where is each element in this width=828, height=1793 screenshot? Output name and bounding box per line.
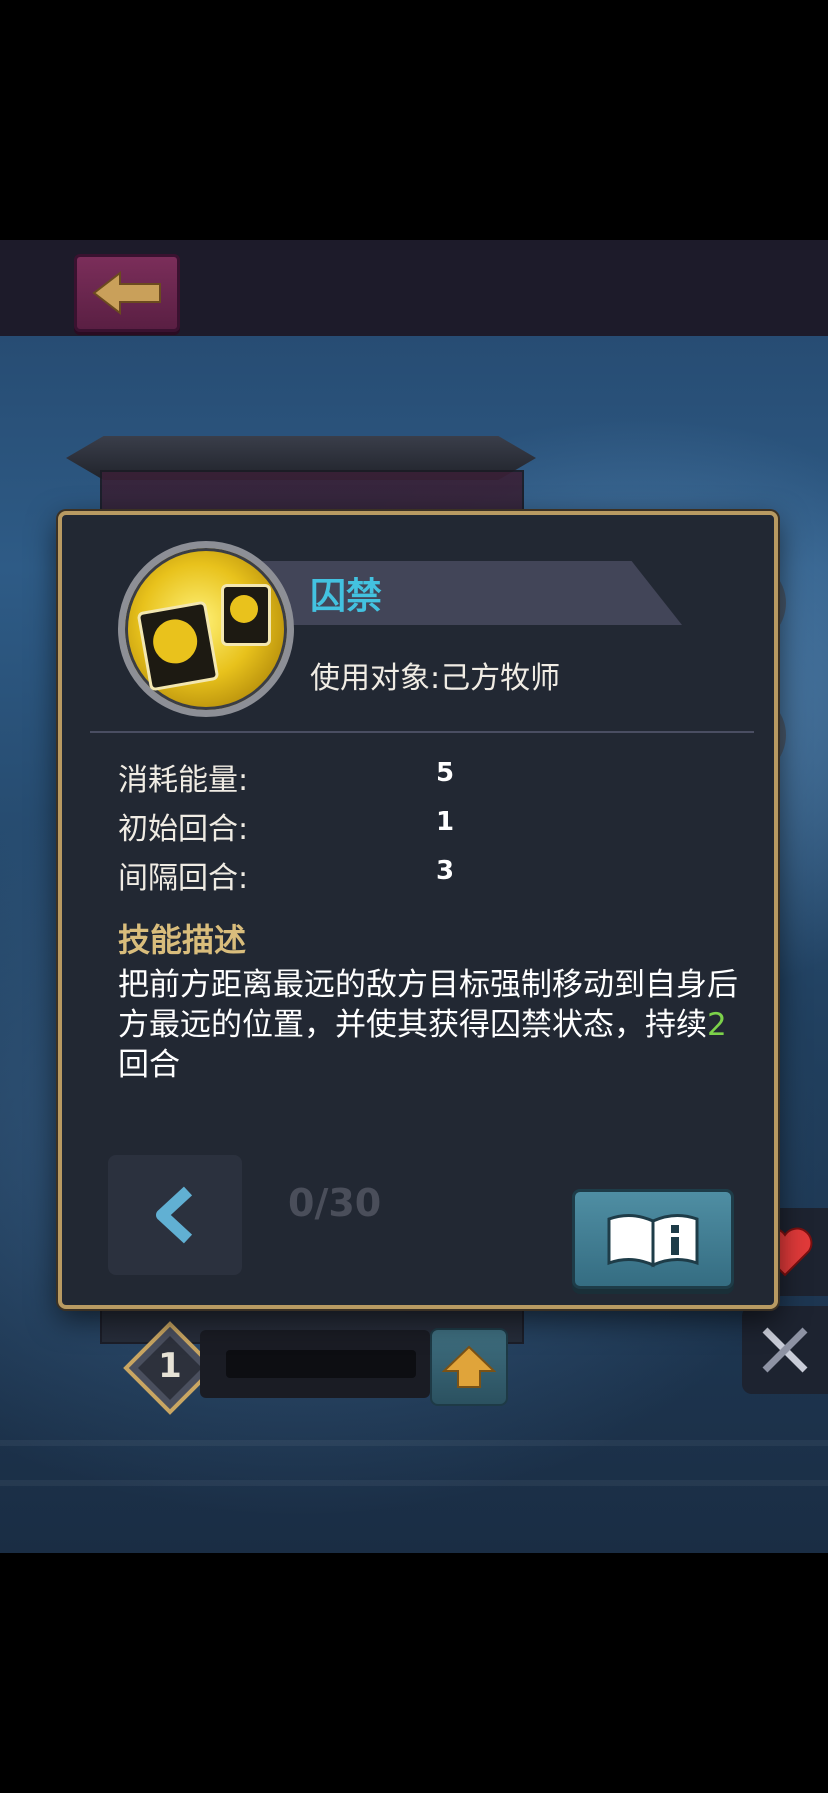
stat-value-interval-round: 3 (436, 856, 455, 886)
stat-value-energy: 5 (436, 758, 455, 788)
back-button[interactable] (74, 254, 180, 332)
skill-name: 囚禁 (310, 576, 383, 617)
chevron-left-icon (156, 1186, 193, 1244)
back-arrow-icon (92, 270, 161, 316)
floor-stripe (0, 1440, 828, 1446)
stat-label-energy: 消耗能量: (118, 763, 249, 798)
description-highlight-number: 2 (707, 1007, 727, 1043)
skill-info-button[interactable] (572, 1189, 734, 1289)
skill-target: 使用对象:己方牧师 (310, 661, 561, 696)
floor-stripe (0, 1480, 828, 1486)
description-part1: 把前方距离最远的敌方目标强制移动到自身后方最远的位置，并使其获得囚禁状态，持续 (118, 967, 738, 1043)
card-icon (136, 600, 220, 692)
stat-label-interval-round: 间隔回合: (118, 861, 249, 896)
stat-label-initial-round: 初始回合: (118, 812, 249, 847)
progress-count: 0/30 (288, 1181, 382, 1225)
exp-bar-track (226, 1350, 416, 1378)
stat-value-initial-round: 1 (436, 807, 455, 837)
card-icon-small (221, 584, 271, 646)
divider (90, 731, 754, 733)
battle-tab[interactable] (742, 1306, 828, 1394)
top-bar (0, 240, 828, 336)
skill-detail-popup: 囚禁 使用对象:己方牧师 消耗能量: 5 初始回合: 1 间隔回合: 3 技能描… (58, 511, 778, 1309)
level-up-button[interactable] (430, 1328, 508, 1406)
crossed-swords-icon (762, 1327, 808, 1373)
book-info-icon (607, 1214, 699, 1268)
up-arrow-icon (442, 1345, 496, 1388)
description-part2: 回合 (118, 1047, 180, 1083)
skill-icon (118, 541, 294, 717)
description-title: 技能描述 (118, 921, 247, 959)
description-text: 把前方距离最远的敌方目标强制移动到自身后方最远的位置，并使其获得囚禁状态，持续2… (118, 965, 748, 1085)
collapse-button[interactable] (108, 1155, 242, 1275)
